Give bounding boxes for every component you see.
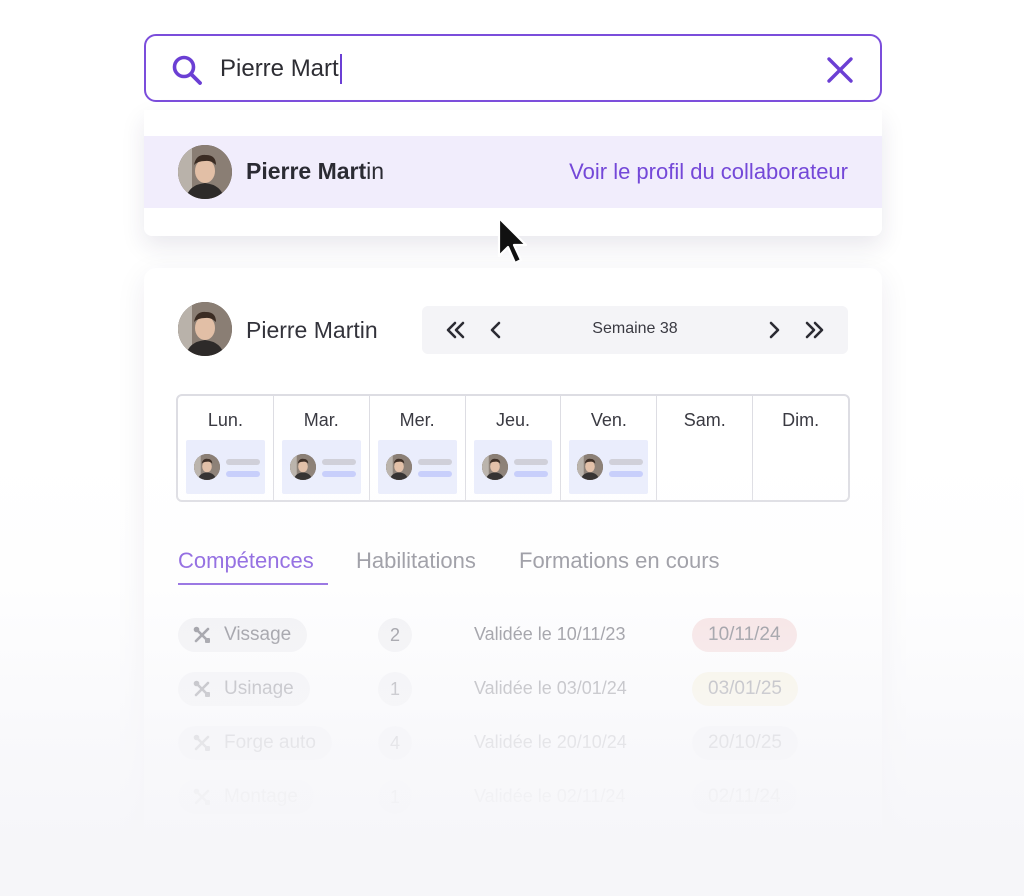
avatar [577,454,604,480]
calendar-day[interactable]: Dim. [753,396,848,500]
view-profile-link[interactable]: Voir le profil du collaborateur [569,159,848,185]
suggestion-name-match: Pierre Mart [246,158,367,184]
close-icon[interactable] [826,56,854,84]
suggestion-name: Pierre Martin [246,158,384,185]
tab-formations-en-cours[interactable]: Formations en cours [519,548,720,574]
skill-level-badge: 1 [378,672,412,706]
day-label: Jeu. [495,410,531,430]
day-label: Sam. [683,410,726,430]
search-input[interactable]: Pierre Mart [220,50,780,88]
skill-validation-date: Validée le 20/10/24 [474,732,627,752]
tools-icon [193,734,210,751]
shift-chip[interactable] [186,440,265,494]
employee-name: Pierre Martin [246,317,378,343]
skill-expiry-badge: 02/11/24 [692,780,797,814]
day-label: Mer. [399,410,435,430]
placeholder-line [417,471,452,477]
placeholder-line [321,459,356,465]
shift-chip[interactable] [377,440,457,494]
skill-expiry-badge: 20/10/25 [692,726,798,760]
week-calendar: Lun. Mar. Mer. Jeu. Ven. Sam. Dim. [176,394,850,502]
profile-card: Pierre Martin Semaine 38 Lun. Mar. Mer. Jeu… [144,268,882,896]
tab-habilitations[interactable]: Habilitations [356,548,476,574]
day-label: Dim. [782,410,820,430]
double-chevron-right-icon[interactable] [802,318,826,342]
shift-chip[interactable] [569,440,649,494]
placeholder-line [609,471,644,477]
skill-row[interactable]: Vissage 2 Validée le 10/11/23 10/11/24 [178,618,858,654]
avatar [289,454,316,480]
skill-validation-date: Validée le 10/11/23 [474,624,626,644]
placeholder-line [513,471,548,477]
skill-name: Usinage [224,678,294,699]
day-label: Ven. [590,410,627,430]
shift-chip[interactable] [473,440,553,494]
skill-expiry-badge: 10/11/24 [692,618,797,652]
skill-name: Vissage [224,624,292,645]
skill-name-pill: Montage [178,780,314,814]
skill-level-badge: 4 [378,726,412,760]
skill-row[interactable]: Montage 1 Validée le 02/11/24 02/11/24 [178,780,858,816]
suggestion-item[interactable]: Pierre Martin Voir le profil du collabor… [144,136,882,208]
calendar-day[interactable]: Jeu. [466,396,562,500]
active-tab-underline [178,583,328,585]
avatar [178,302,232,356]
placeholder-line [226,459,260,465]
chevron-right-icon[interactable] [762,318,786,342]
mouse-pointer-icon [497,216,528,265]
tab-comp-tences[interactable]: Compétences [178,548,314,574]
skill-name: Forge auto [224,732,316,753]
skill-name-pill: Forge auto [178,726,332,760]
placeholder-line [417,459,452,465]
day-label: Mar. [303,410,339,430]
skill-name-pill: Usinage [178,672,310,706]
suggestion-name-rest: in [366,158,385,184]
skill-validation-date: Validée le 03/01/24 [474,678,627,698]
day-label: Lun. [207,410,243,430]
tools-icon [193,626,210,643]
skill-validation-date: Validée le 02/11/24 [474,786,626,806]
shift-chip[interactable] [281,440,361,494]
avatar [194,454,220,480]
search-icon [172,55,202,85]
calendar-day[interactable]: Mer. [370,396,466,500]
tools-icon [193,680,210,697]
skill-name-pill: Vissage [178,618,308,652]
placeholder-line [321,471,356,477]
calendar-day[interactable]: Ven. [561,396,658,500]
avatar [178,145,232,199]
search-input-value: Pierre Mart [220,55,339,82]
calendar-day[interactable]: Lun. [178,396,274,500]
avatar [481,454,508,480]
calendar-day[interactable]: Sam. [657,396,754,500]
skill-name: Montage [224,786,298,807]
avatar [385,454,412,480]
week-navigator: Semaine 38 [422,306,848,354]
calendar-day[interactable]: Mar. [274,396,370,500]
skill-row[interactable]: Forge auto 4 Validée le 20/10/24 20/10/2… [178,726,858,762]
text-caret [339,54,342,84]
placeholder-line [609,459,644,465]
search-bar[interactable]: Pierre Mart [144,34,882,102]
placeholder-line [513,459,548,465]
skill-level-badge: 2 [378,618,412,652]
placeholder-line [226,471,260,477]
tools-icon [193,788,210,805]
skill-row[interactable]: Usinage 1 Validée le 03/01/24 03/01/25 [178,672,858,708]
skill-level-badge: 1 [378,780,412,814]
skill-expiry-badge: 03/01/25 [692,672,798,706]
